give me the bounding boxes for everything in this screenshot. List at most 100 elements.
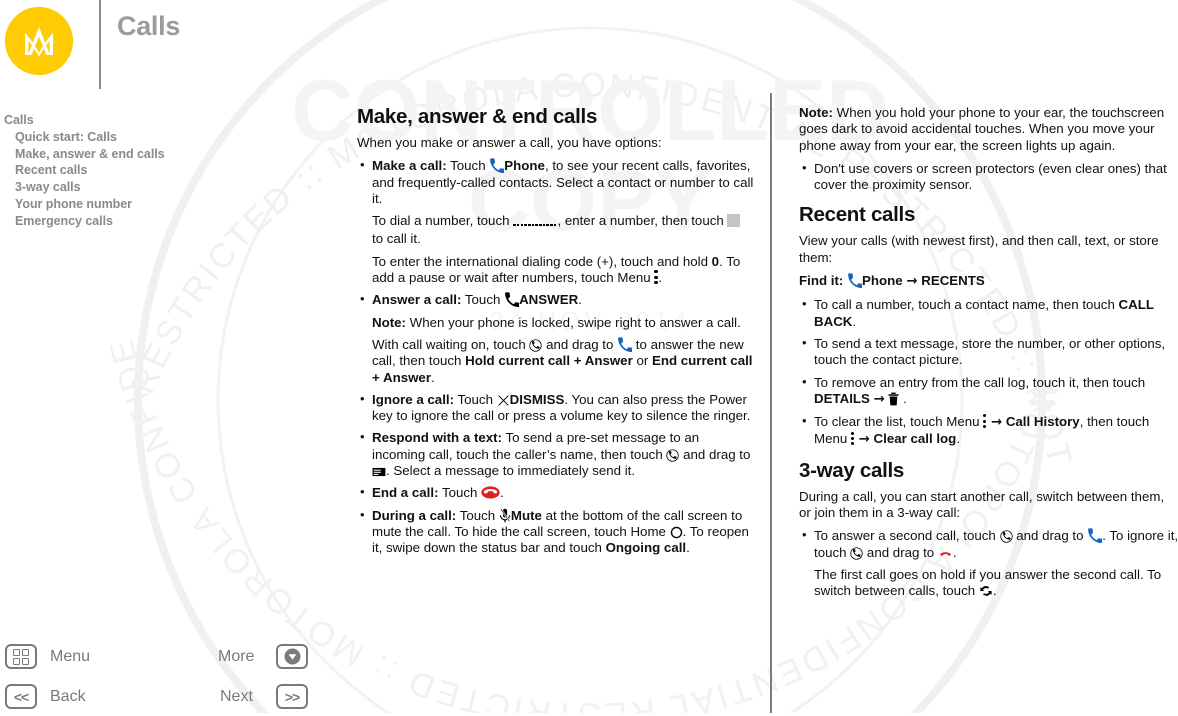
left-content-column: Make, answer & end calls When you make o… <box>357 105 755 563</box>
footer-navigation: Menu More << Back Next >> <box>0 640 340 713</box>
note-text: When your phone is locked, swipe right t… <box>405 314 741 330</box>
key-zero-label: 0 <box>711 253 720 269</box>
mute-button-label: Mute <box>510 507 542 523</box>
term-ignore-a-call: Ignore a call: <box>372 391 455 407</box>
decline-call-icon <box>938 549 953 560</box>
second-call-text-a: To answer a second call, touch <box>814 528 1000 544</box>
intl-text-a: To enter the international dialing code … <box>372 253 712 269</box>
table-of-contents: Calls Quick start: Calls Make, answer & … <box>4 112 324 230</box>
answer-text-2: . <box>578 292 582 308</box>
arrow-right-icon: → <box>858 432 870 448</box>
phone-icon <box>847 273 863 289</box>
end-call-text-1: Touch <box>438 485 482 501</box>
section-title-3-way-calls: 3-way calls <box>799 458 904 482</box>
toc-item-emergency-calls[interactable]: Emergency calls <box>15 213 324 230</box>
answer-text-1: Touch <box>461 292 505 308</box>
second-call-text-d: and drag to <box>863 544 938 560</box>
header-divider <box>99 0 101 89</box>
message-icon <box>372 466 386 478</box>
cw-or: or <box>632 353 652 369</box>
switch-calls-sub: The first call goes on hold if you answe… <box>814 567 1178 600</box>
footer-row-back: << Back Next >> <box>0 680 320 716</box>
toc-item-recent-calls[interactable]: Recent calls <box>15 162 324 179</box>
answer-button-label: ANSWER <box>519 292 579 308</box>
call-waiting-sub: With call waiting on, touch and drag to … <box>372 337 755 386</box>
phone-answer-icon <box>504 292 520 308</box>
dismiss-button-label: DISMISS <box>509 391 565 407</box>
toc-item-3-way-calls[interactable]: 3-way calls <box>15 179 324 196</box>
term-during-a-call: During a call: <box>372 507 457 523</box>
list-item-end-a-call: End a call: Touch . <box>357 484 755 501</box>
during-text-1: Touch <box>456 507 499 523</box>
dialpad-icon <box>513 215 557 231</box>
term-make-a-call: Make a call: <box>372 158 447 174</box>
ongoing-call-label: Ongoing call <box>605 540 687 556</box>
more-button[interactable] <box>276 644 308 669</box>
switch-text-b: . <box>992 583 997 599</box>
call-handle-circle-icon <box>529 339 543 352</box>
toc-item-quick-start-calls[interactable]: Quick start: Calls <box>15 129 324 146</box>
menu-overflow-icon <box>983 414 987 429</box>
find-it-label: Find it: <box>799 273 844 289</box>
term-respond-with-a-text: Respond with a text: <box>372 430 503 446</box>
next-button[interactable]: >> <box>276 684 308 709</box>
arrow-right-icon: → <box>906 274 918 290</box>
section-title-recent-calls: Recent calls <box>799 203 916 227</box>
manual-page: Calls Calls Quick start: Calls Make, ans… <box>0 0 1178 713</box>
back-label: Back <box>50 688 86 705</box>
options-list: Make a call: Touch Phone, to see your re… <box>357 157 755 557</box>
dial-text-a: To dial a number, touch <box>372 213 514 229</box>
clear-list-text-a: To clear the list, touch Menu <box>814 414 984 430</box>
proximity-note-term: Note: <box>799 105 833 120</box>
find-it-recents: Find it: Phone → RECENTS <box>799 273 1178 290</box>
term-answer-a-call: Answer a call: <box>372 292 462 308</box>
grid-icon <box>13 648 29 665</box>
dial-text-b: , enter a number, then touch <box>557 213 728 229</box>
proximity-note-text: When you hold your phone to your ear, th… <box>799 105 1165 153</box>
recent-calls-intro: View your calls (with newest first), and… <box>799 233 1159 265</box>
menu-button[interactable] <box>5 644 37 669</box>
remove-entry-text-a: To remove an entry from the call log, to… <box>814 374 1146 390</box>
second-call-text-b: and drag to <box>1012 528 1088 544</box>
right-content-column: Note: When you hold your phone to your e… <box>799 105 1178 606</box>
list-item-clear-list: To clear the list, touch Menu → Call His… <box>799 413 1178 449</box>
more-label: More <box>218 648 255 665</box>
list-item-during-a-call: During a call: Touch Mute at the bottom … <box>357 507 755 557</box>
footer-row-menu: Menu More <box>0 640 320 676</box>
intro-paragraph: When you make or answer a call, you have… <box>357 135 662 150</box>
list-item-respond-with-a-text: Respond with a text: To send a pre-set m… <box>357 429 755 479</box>
find-it-recents-label: RECENTS <box>921 273 985 289</box>
term-end-a-call: End a call: <box>372 485 439 501</box>
call-back-text-b: . <box>852 313 857 329</box>
phone-icon <box>489 158 505 174</box>
clear-list-text-c: . <box>956 431 961 447</box>
list-item-call-back: To call a number, touch a contact name, … <box>799 296 1178 330</box>
toc-item-your-phone-number[interactable]: Your phone number <box>15 196 324 213</box>
dial-number-sub: To dial a number, touch , enter a number… <box>372 213 755 248</box>
details-label: DETAILS <box>814 390 870 406</box>
during-text-4: . <box>686 540 690 556</box>
arrow-right-icon: → <box>990 415 1003 431</box>
list-item-remove-entry: To remove an entry from the call log, to… <box>799 374 1178 409</box>
swap-calls-icon <box>979 584 993 598</box>
dial-text-c: to call it. <box>372 231 421 247</box>
column-divider <box>770 93 772 713</box>
international-code-sub: To enter the international dialing code … <box>372 254 755 287</box>
menu-overflow-icon <box>850 431 855 446</box>
call-handle-circle-icon <box>666 449 680 462</box>
toc-item-calls[interactable]: Calls <box>4 112 324 129</box>
respond-text-3: . Select a message to immediately send i… <box>386 463 636 479</box>
next-label: Next <box>220 688 253 705</box>
list-item-answer-a-call: Answer a call: Touch ANSWER. Note: When … <box>357 291 755 386</box>
end-call-text-2: . <box>500 485 504 501</box>
motorola-logo-icon <box>5 7 73 75</box>
phone-icon-blue-drag-target <box>1087 528 1103 544</box>
close-x-icon <box>497 394 510 407</box>
call-handle-circle-icon <box>850 546 863 560</box>
answer-note: Note: When your phone is locked, swipe r… <box>372 315 755 331</box>
section-title-make-answer-end-calls: Make, answer & end calls <box>357 105 598 128</box>
back-button[interactable]: << <box>5 684 37 709</box>
toc-item-make-answer-end-calls[interactable]: Make, answer & end calls <box>15 146 324 163</box>
call-handle-circle-icon <box>999 530 1013 543</box>
clear-call-log-label: Clear call log <box>873 431 957 447</box>
